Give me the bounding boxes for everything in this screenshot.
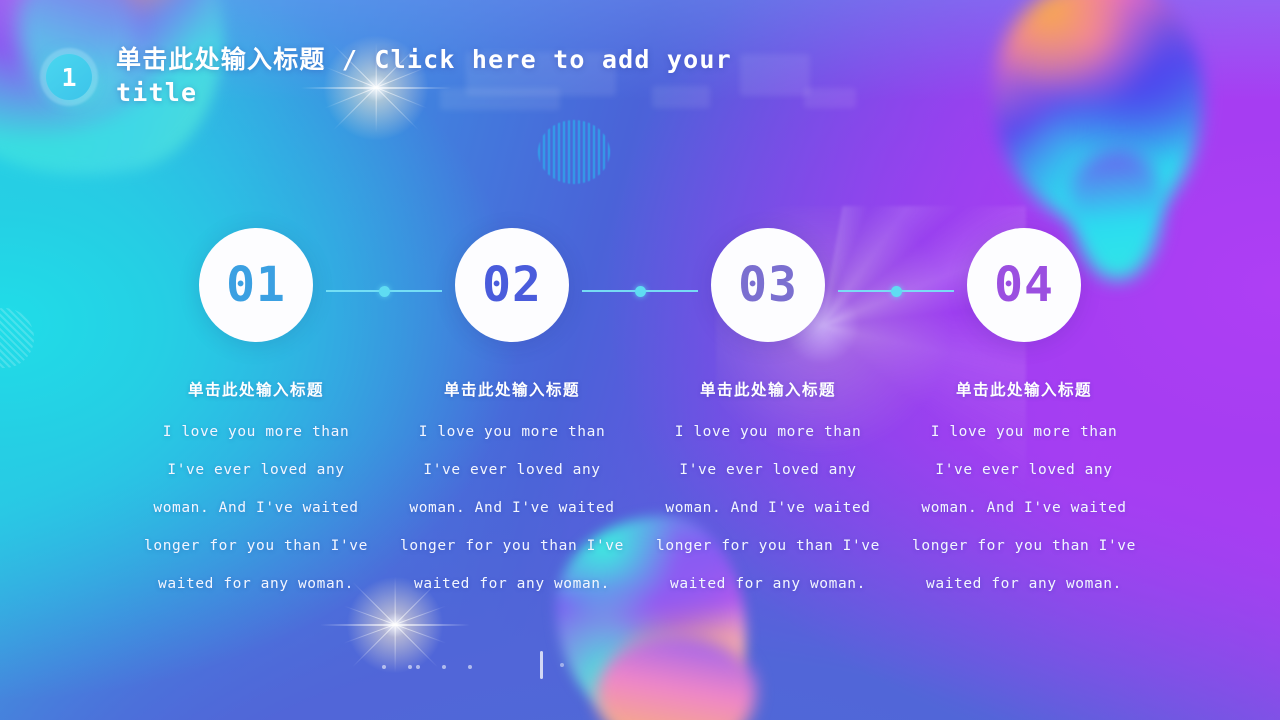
steps-row: 01 单击此处输入标题 I love you more than I've ev… [0,228,1280,604]
bottom-dots-decoration [382,665,472,669]
step-heading-02: 单击此处输入标题 [443,381,580,399]
striped-circle-top [538,120,610,184]
connector-dot-icon [634,285,646,297]
slide-header: 1 单击此处输入标题 / Click here to add your titl… [40,44,756,109]
bottom-vertical-bar [540,651,543,679]
step-heading-01: 单击此处输入标题 [187,381,324,399]
section-badge: 1 [40,48,98,106]
step-body-02: I love you more than I've ever loved any… [400,424,624,592]
bottom-dot [560,663,564,667]
connector-dot-icon [378,285,390,297]
connector-dot-icon [890,285,902,297]
bottom-dot [468,665,472,669]
step-body-01: I love you more than I've ever loved any… [144,424,368,592]
step-number-circle-04[interactable]: 04 [967,228,1081,342]
step-number-circle-01[interactable]: 01 [199,228,313,342]
background-ghost-rect [804,88,856,108]
step-body-03: I love you more than I've ever loved any… [656,424,880,592]
bottom-dot [408,665,412,669]
step-number-circle-03[interactable]: 03 [711,228,825,342]
step-heading-03: 单击此处输入标题 [699,381,836,399]
step-number-circle-02[interactable]: 02 [455,228,569,342]
step-body-04: I love you more than I've ever loved any… [912,424,1136,592]
bottom-dot [442,665,446,669]
section-badge-number: 1 [46,54,92,100]
page-title: 单击此处输入标题 / Click here to add your title [116,45,732,107]
step-heading-04: 单击此处输入标题 [955,381,1092,399]
bottom-dot [382,665,386,669]
